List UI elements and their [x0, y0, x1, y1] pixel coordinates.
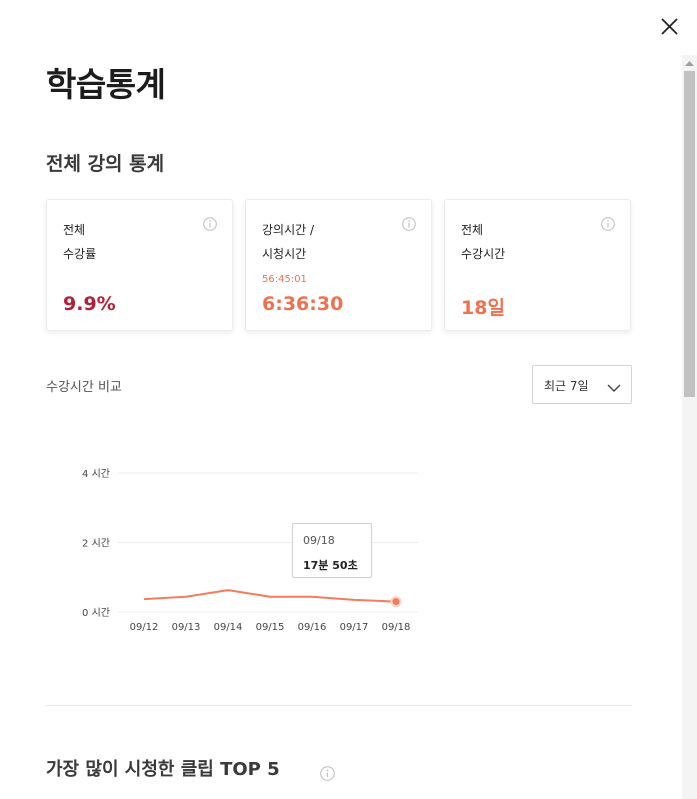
- chart-svg: 0 시간 2 시간 4 시간 09/12 09/13 09/14 09/15 09/16 09/…: [82, 468, 418, 633]
- stat-card-lecture-watch-time: 강의시간 / 시청시간 56:45:01 6:36:30: [245, 199, 432, 331]
- card-label-line1: 전체: [461, 223, 484, 237]
- compare-label: 수강시간 비교: [46, 380, 122, 395]
- tooltip-value: 17분 50초: [303, 559, 358, 572]
- watch-time-chart: 0 시간 2 시간 4 시간 09/12 09/13 09/14 09/15 09/16 09/…: [60, 455, 440, 645]
- x-tick-label: 09/18: [382, 622, 411, 633]
- y-tick-label: 4 시간: [82, 468, 110, 480]
- info-icon[interactable]: [601, 216, 615, 231]
- card-label-line2: 수강률: [63, 247, 97, 261]
- stat-card-total-days: 전체 수강시간 18일: [444, 199, 631, 331]
- chevron-down-icon: [606, 379, 622, 392]
- card-value: 18일: [461, 297, 505, 319]
- page-title: 학습통계: [46, 65, 166, 104]
- info-icon[interactable]: [402, 216, 416, 231]
- y-tick-label: 0 시간: [82, 607, 110, 619]
- card-value: 9.9%: [63, 293, 116, 315]
- x-tick-label: 09/14: [214, 622, 243, 633]
- scroll-up-arrow-icon[interactable]: [682, 57, 697, 69]
- chart-tooltip: 09/18 17분 50초: [292, 523, 372, 578]
- scrollbar[interactable]: [682, 55, 697, 799]
- info-icon[interactable]: [203, 216, 217, 231]
- card-label-line1: 전체: [63, 223, 86, 237]
- close-icon: [661, 18, 678, 35]
- card-label-line2: 시청시간: [262, 247, 307, 261]
- learning-stats-modal: 학습통계 전체 강의 통계 전체 수강률 9.9% 강의시간 / 시청시간 56…: [0, 0, 697, 799]
- x-tick-label: 09/13: [172, 622, 201, 633]
- x-tick-label: 09/16: [298, 622, 327, 633]
- period-select-value: 최근 7일: [544, 379, 589, 393]
- series-line: [143, 589, 397, 603]
- card-subvalue: 56:45:01: [262, 274, 307, 285]
- tooltip-date: 09/18: [303, 534, 335, 547]
- card-label-line1: 강의시간 /: [262, 223, 315, 237]
- x-tick-label: 09/17: [340, 622, 369, 633]
- scrollbar-thumb[interactable]: [684, 71, 695, 397]
- close-button[interactable]: [657, 14, 683, 40]
- x-tick-label: 09/12: [130, 622, 159, 633]
- y-tick-label: 2 시간: [82, 538, 110, 550]
- card-label-line2: 수강시간: [461, 247, 506, 261]
- section-divider: [46, 705, 632, 706]
- info-icon[interactable]: [320, 766, 335, 781]
- card-value: 6:36:30: [262, 293, 344, 315]
- data-point-highlight: [390, 596, 402, 608]
- top5-section-title: 가장 많이 시청한 클립 TOP 5: [46, 759, 280, 780]
- overall-section-title: 전체 강의 통계: [46, 153, 165, 175]
- stat-card-completion-rate: 전체 수강률 9.9%: [46, 199, 233, 331]
- period-select[interactable]: 최근 7일: [532, 365, 632, 404]
- x-tick-label: 09/15: [256, 622, 285, 633]
